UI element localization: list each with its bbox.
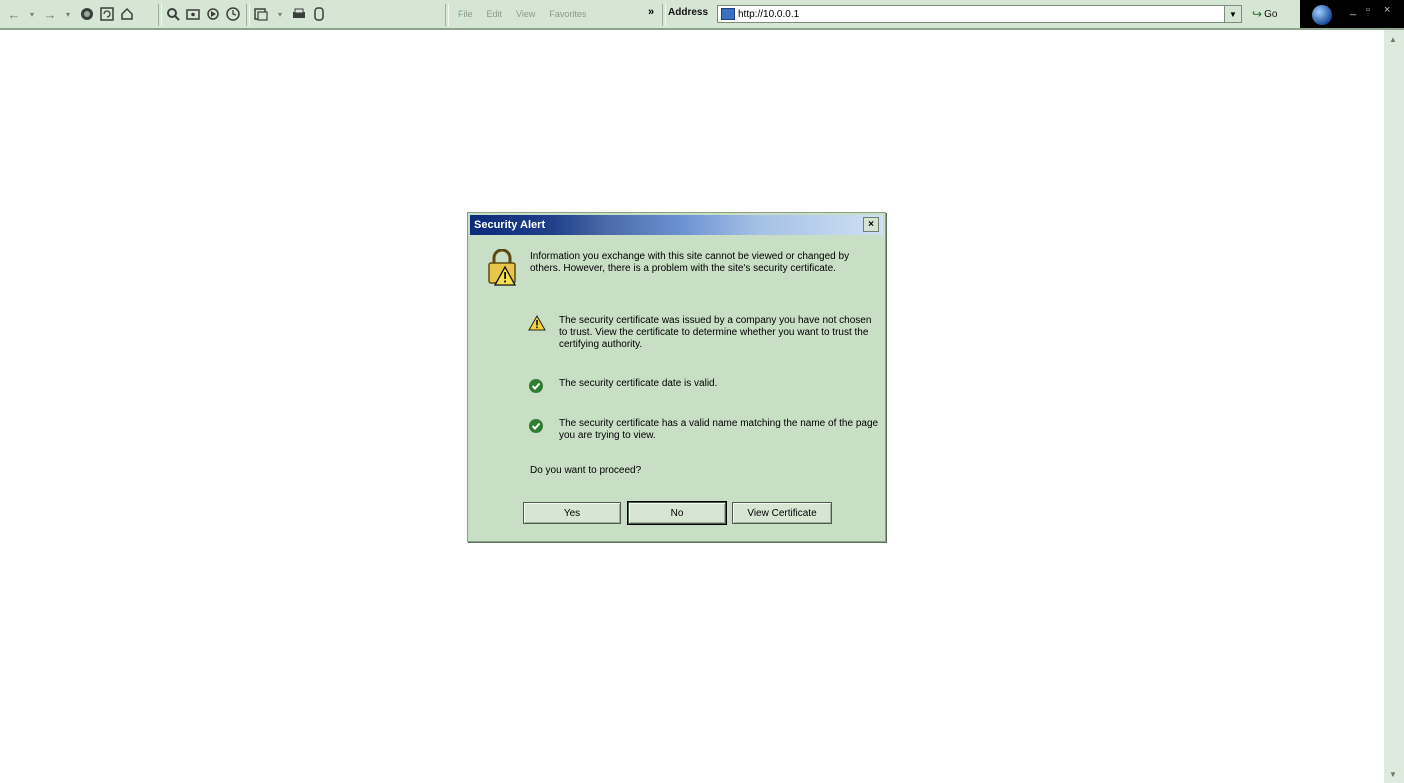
security-alert-dialog: Security Alert × Information you exchang… <box>467 212 886 542</box>
toolbar-separator <box>246 4 250 26</box>
go-label: Go <box>1264 8 1278 20</box>
toolbar-separator <box>445 4 449 26</box>
maximize-button[interactable]: ▫ <box>1366 4 1370 16</box>
vertical-scrollbar[interactable]: ▲ ▼ <box>1384 30 1404 783</box>
toolbar-separator <box>158 4 162 26</box>
scroll-down-button[interactable]: ▼ <box>1386 767 1400 781</box>
dialog-title: Security Alert <box>474 219 546 231</box>
favorites-icon[interactable] <box>184 5 202 23</box>
address-input[interactable]: http://10.0.0.1 ▼ <box>717 5 1242 23</box>
menu-view[interactable]: View <box>516 9 535 19</box>
security-lock-warning-icon <box>486 248 520 290</box>
menu-overflow-icon[interactable]: » <box>648 6 654 18</box>
menu-edit[interactable]: Edit <box>487 9 503 19</box>
history-icon[interactable] <box>224 5 242 23</box>
refresh-icon[interactable] <box>98 5 116 23</box>
forward-button[interactable]: → <box>42 6 58 22</box>
back-dropdown-icon[interactable]: ▾ <box>24 6 40 22</box>
scroll-up-button[interactable]: ▲ <box>1386 32 1400 46</box>
menu-file[interactable]: File <box>458 9 473 19</box>
no-button[interactable]: No <box>627 501 727 525</box>
mail-group: ▾ <box>252 0 330 28</box>
check-text: The security certificate has a valid nam… <box>559 418 879 441</box>
search-icon[interactable] <box>164 5 182 23</box>
dialog-close-button[interactable]: × <box>863 217 879 232</box>
checkmark-ok-icon <box>528 378 544 397</box>
browser-toolbar: ← ▾ → ▾ ▾ File Edit View Favorites » Add… <box>0 0 1404 30</box>
edit-icon[interactable] <box>310 5 328 23</box>
checkmark-ok-icon <box>528 418 544 437</box>
proceed-question: Do you want to proceed? <box>530 465 642 476</box>
brand-throbber: _ ▫ × <box>1300 0 1404 28</box>
mail-icon[interactable] <box>252 5 270 23</box>
stop-icon[interactable] <box>78 5 96 23</box>
address-dropdown-button[interactable]: ▼ <box>1224 6 1241 22</box>
toolbar-separator <box>662 4 666 26</box>
page-icon <box>721 8 735 20</box>
windows-logo-icon <box>1312 5 1332 25</box>
home-icon[interactable] <box>118 5 136 23</box>
dialog-intro-text: Information you exchange with this site … <box>530 251 850 274</box>
check-text: The security certificate date is valid. <box>559 378 718 389</box>
address-url[interactable]: http://10.0.0.1 <box>738 9 799 20</box>
forward-dropdown-icon[interactable]: ▾ <box>60 6 76 22</box>
dialog-titlebar[interactable]: Security Alert × <box>470 215 883 235</box>
close-window-button[interactable]: × <box>1384 4 1390 16</box>
navigation-group: ← ▾ → ▾ <box>6 0 138 28</box>
go-button[interactable]: ↪ Go <box>1252 6 1277 22</box>
tools-group <box>164 0 244 28</box>
menu-favorites[interactable]: Favorites <box>549 9 586 19</box>
yes-button[interactable]: Yes <box>523 502 621 524</box>
view-certificate-button[interactable]: View Certificate <box>732 502 832 524</box>
media-icon[interactable] <box>204 5 222 23</box>
menu-bar: File Edit View Favorites <box>458 0 600 28</box>
minimize-button[interactable]: _ <box>1350 4 1356 16</box>
check-text: The security certificate was issued by a… <box>559 315 872 350</box>
address-label: Address <box>668 7 709 18</box>
go-arrow-icon: ↪ <box>1252 7 1263 21</box>
print-icon[interactable] <box>290 5 308 23</box>
mail-dropdown-icon[interactable]: ▾ <box>272 6 288 22</box>
warning-icon <box>528 314 546 334</box>
back-button[interactable]: ← <box>6 6 22 22</box>
